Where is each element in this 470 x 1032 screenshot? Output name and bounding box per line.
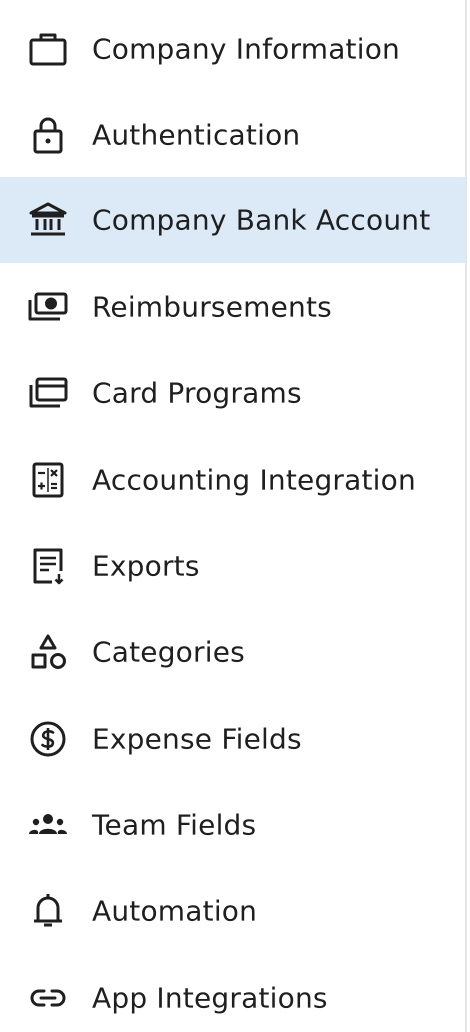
sidebar-item-expense-fields[interactable]: Expense Fields [0,696,465,782]
sidebar-item-card-programs[interactable]: Card Programs [0,350,465,436]
shapes-icon [27,631,69,673]
sidebar-item-automation[interactable]: Automation [0,868,465,954]
sidebar-item-categories[interactable]: Categories [0,609,465,695]
sidebar-item-label: Expense Fields [92,722,302,756]
sidebar-item-authentication[interactable]: Authentication [0,92,465,178]
sidebar-item-exports[interactable]: Exports [0,523,465,609]
sidebar-item-label: Exports [92,549,200,583]
sidebar-item-label: App Integrations [92,981,328,1015]
dollar-circle-icon [27,718,69,760]
sidebar-item-label: Company Information [92,32,400,66]
export-document-icon [27,545,69,587]
sidebar-item-app-integrations[interactable]: App Integrations [0,955,465,1032]
sidebar-item-label: Accounting Integration [92,463,416,497]
sidebar-item-label: Team Fields [92,808,257,842]
bell-icon [27,890,69,932]
link-icon [27,977,69,1019]
sidebar-item-reimbursements[interactable]: Reimbursements [0,264,465,350]
sidebar-item-company-bank-account[interactable]: Company Bank Account [0,177,465,263]
briefcase-icon [27,28,69,70]
bank-icon [27,199,69,241]
sidebar-item-label: Authentication [92,118,301,152]
sidebar-item-label: Reimbursements [92,290,332,324]
sidebar-item-team-fields[interactable]: Team Fields [0,782,465,868]
team-icon [27,804,69,846]
sidebar-item-label: Company Bank Account [92,203,431,237]
lock-icon [27,114,69,156]
sidebar-item-label: Categories [92,635,245,669]
sidebar-item-accounting-integration[interactable]: Accounting Integration [0,437,465,523]
money-icon [27,286,69,328]
calculator-icon [27,459,69,501]
sidebar-item-company-information[interactable]: Company Information [0,6,465,92]
settings-sidebar: Company Information Authentication Compa… [0,0,467,1032]
cards-icon [27,372,69,414]
sidebar-item-label: Automation [92,894,258,928]
sidebar-item-label: Card Programs [92,376,302,410]
